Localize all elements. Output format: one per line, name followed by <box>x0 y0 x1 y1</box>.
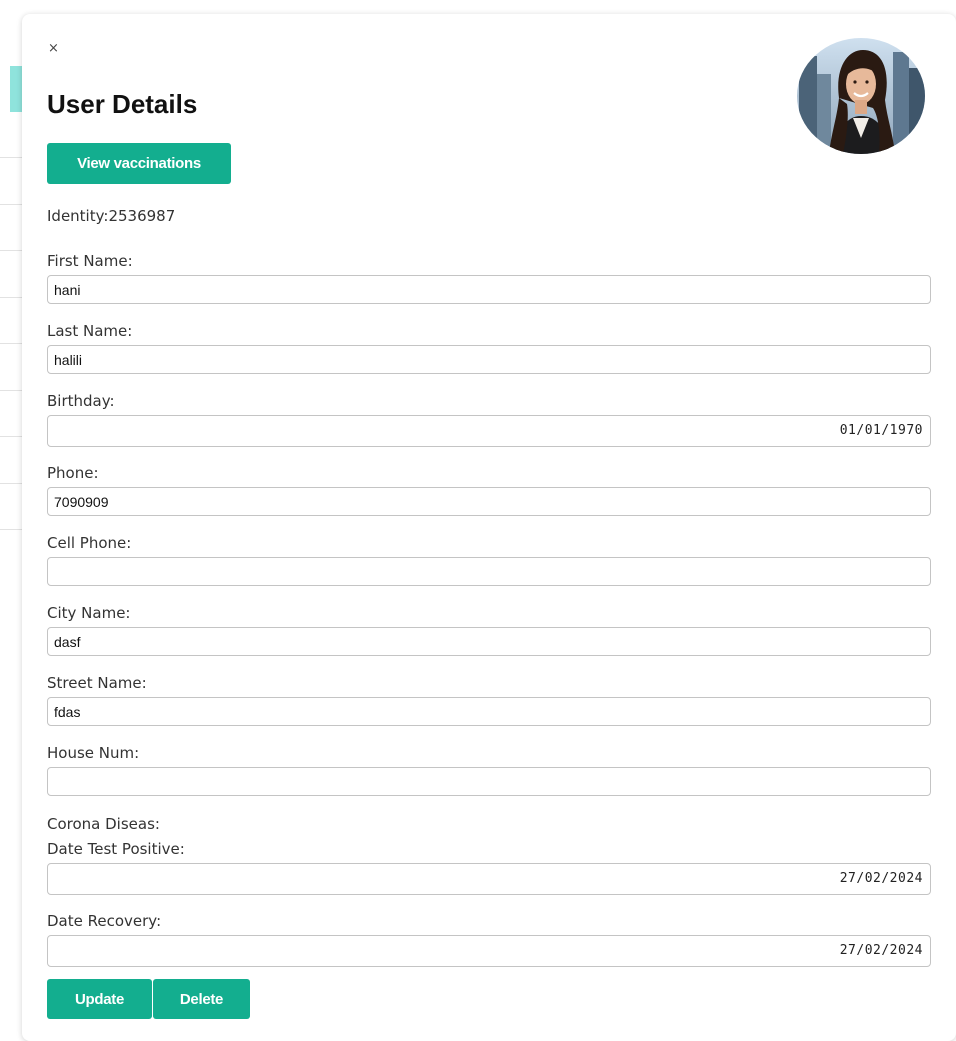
view-vaccinations-button[interactable]: View vaccinations <box>47 143 231 184</box>
background-table-accent <box>10 66 22 112</box>
user-details-modal: × User Details View vaccinations Identit… <box>22 14 956 1041</box>
background-row-divider <box>0 343 22 344</box>
date-test-positive-value: 27/02/2024 <box>839 871 923 886</box>
background-row-divider <box>0 436 22 437</box>
date-recovery-label: Date Recovery: <box>47 912 162 930</box>
date-recovery-value: 27/02/2024 <box>839 943 923 958</box>
background-row-divider <box>0 250 22 251</box>
background-row-divider <box>0 529 22 530</box>
modal-title: User Details <box>47 89 198 119</box>
background-row-divider <box>0 390 22 391</box>
date-test-positive-label: Date Test Positive: <box>47 840 185 858</box>
street-name-label: Street Name: <box>47 674 147 692</box>
phone-input[interactable] <box>47 487 931 516</box>
last-name-label: Last Name: <box>47 322 133 340</box>
first-name-label: First Name: <box>47 252 133 270</box>
last-name-input[interactable] <box>47 345 931 374</box>
cell-phone-label: Cell Phone: <box>47 534 132 552</box>
date-test-positive-input[interactable]: 27/02/2024 <box>47 863 931 895</box>
close-icon[interactable]: × <box>48 42 59 56</box>
birthday-date-input[interactable]: 01/01/1970 <box>47 415 931 447</box>
update-button[interactable]: Update <box>47 979 152 1019</box>
cell-phone-input[interactable] <box>47 557 931 586</box>
city-name-input[interactable] <box>47 627 931 656</box>
avatar <box>797 38 925 154</box>
date-recovery-input[interactable]: 27/02/2024 <box>47 935 931 967</box>
background-row-divider <box>0 483 22 484</box>
house-num-input[interactable] <box>47 767 931 796</box>
background-row-divider <box>0 157 22 158</box>
background-row-divider <box>0 297 22 298</box>
birthday-label: Birthday: <box>47 392 115 410</box>
street-name-input[interactable] <box>47 697 931 726</box>
corona-section-heading: Corona Diseas: <box>47 815 160 833</box>
background-row-divider <box>0 204 22 205</box>
first-name-input[interactable] <box>47 275 931 304</box>
house-num-label: House Num: <box>47 744 140 762</box>
phone-label: Phone: <box>47 464 99 482</box>
delete-button[interactable]: Delete <box>153 979 250 1019</box>
city-name-label: City Name: <box>47 604 131 622</box>
user-photo-icon <box>797 38 925 154</box>
birthday-date-value: 01/01/1970 <box>839 423 923 438</box>
identity-text: Identity:2536987 <box>47 207 176 225</box>
